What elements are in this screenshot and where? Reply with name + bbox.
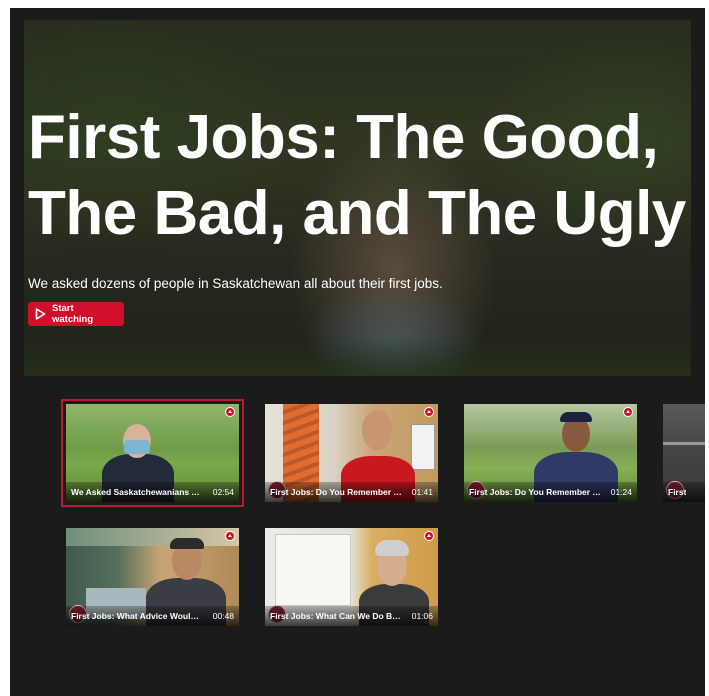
video-card[interactable]: First: [663, 404, 705, 502]
video-title: First Jobs: Do You Remember Your First J…: [469, 487, 601, 497]
video-card[interactable]: First Jobs: What Advice Would You Give? …: [66, 528, 239, 626]
hero-subtitle: We asked dozens of people in Saskatchewa…: [28, 276, 443, 291]
video-title: We Asked Saskatchewanians About Their Fi…: [71, 487, 203, 497]
brand-badge-icon: [623, 407, 633, 417]
brand-badge-icon: [424, 531, 434, 541]
play-outline-icon: [35, 308, 46, 320]
video-showcase: First Jobs: The Good, The Bad, and The U…: [10, 8, 705, 696]
video-card[interactable]: First Jobs: What Can We Do Better? 01:06: [265, 528, 438, 626]
video-card[interactable]: First Jobs: Do You Remember Your First J…: [464, 404, 637, 502]
video-title: First Jobs: What Can We Do Better?: [270, 611, 402, 621]
video-duration: 01:41: [411, 487, 433, 497]
video-title: First: [668, 487, 687, 497]
video-title: First Jobs: What Advice Would You Give?: [71, 611, 203, 621]
brand-badge-icon: [225, 407, 235, 417]
brand-badge-icon: [424, 407, 434, 417]
brand-badge-icon: [225, 531, 235, 541]
start-watching-label: Start watching: [52, 303, 94, 325]
hero-banner: First Jobs: The Good, The Bad, and The U…: [24, 20, 691, 376]
video-title: First Jobs: Do You Remember Your First J…: [270, 487, 402, 497]
video-duration: 01:24: [610, 487, 632, 497]
hero-title: First Jobs: The Good, The Bad, and The U…: [28, 103, 686, 248]
video-duration: 02:54: [212, 487, 234, 497]
start-watching-button[interactable]: Start watching: [28, 302, 124, 326]
video-duration: 00:48: [212, 611, 234, 621]
video-duration: 01:06: [411, 611, 433, 621]
video-card[interactable]: We Asked Saskatchewanians About Their Fi…: [61, 399, 244, 507]
video-card[interactable]: First Jobs: Do You Remember Your First J…: [265, 404, 438, 502]
